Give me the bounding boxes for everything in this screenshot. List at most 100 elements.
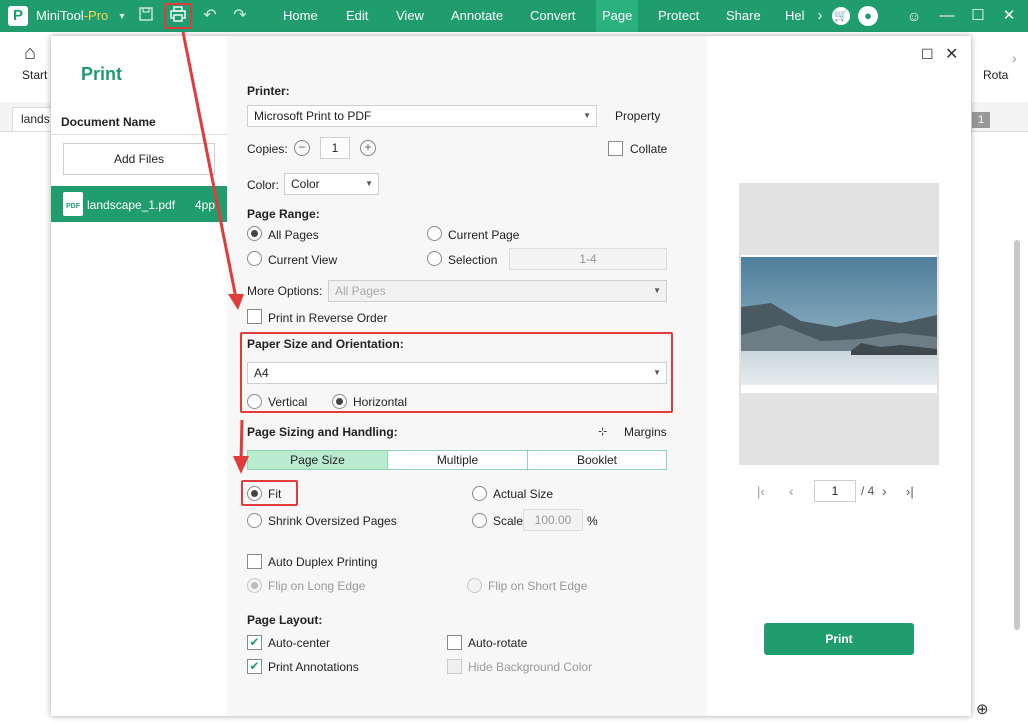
- landscape-preview-image: [741, 257, 937, 385]
- color-label: Color:: [247, 178, 280, 192]
- menu-share[interactable]: Share: [726, 0, 761, 32]
- print-icon-highlight: [164, 3, 192, 29]
- page-layout-label: Page Layout:: [247, 613, 323, 627]
- decrease-copies-icon[interactable]: −: [294, 140, 310, 156]
- print-annotations-checkbox[interactable]: ✔: [247, 659, 262, 674]
- more-options-select[interactable]: All Pages ▼: [328, 280, 667, 302]
- preview-pane: ☐ ✕ |‹ ‹ 1 / 4 › ›| Print: [707, 36, 971, 716]
- auto-duplex-label: Auto Duplex Printing: [268, 555, 378, 569]
- home-icon[interactable]: ⌂: [24, 42, 36, 65]
- menu-convert[interactable]: Convert: [530, 0, 576, 32]
- flip-short-radio[interactable]: [467, 578, 482, 593]
- current-page-label: Current Page: [448, 228, 520, 242]
- selection-range-input[interactable]: 1-4: [509, 248, 667, 270]
- add-files-button[interactable]: Add Files: [63, 143, 215, 175]
- menu-edit[interactable]: Edit: [346, 0, 368, 32]
- file-list-item[interactable]: PDF landscape_1.pdf 4pp: [51, 186, 227, 222]
- undo-icon[interactable]: ↶: [200, 6, 220, 26]
- ribbon-scroll-right-icon[interactable]: ›: [1012, 50, 1017, 66]
- increase-copies-icon[interactable]: +: [360, 140, 376, 156]
- app-scrollbar[interactable]: [1014, 240, 1020, 630]
- printer-select[interactable]: Microsoft Print to PDF ▼: [247, 105, 597, 127]
- cart-icon[interactable]: 🛒: [832, 7, 850, 25]
- first-page-icon[interactable]: |‹: [757, 484, 765, 499]
- current-view-label: Current View: [268, 253, 338, 267]
- more-options-label: More Options:: [247, 284, 323, 298]
- scale-unit: %: [587, 514, 598, 528]
- menu-home[interactable]: Home: [283, 0, 318, 32]
- document-pane: Print Document Name Add Files PDF landsc…: [51, 36, 227, 716]
- flip-long-radio[interactable]: [247, 578, 262, 593]
- menu-annotate[interactable]: Annotate: [451, 0, 503, 32]
- last-page-icon[interactable]: ›|: [906, 484, 914, 499]
- print-button[interactable]: Print: [764, 623, 914, 655]
- auto-duplex-checkbox[interactable]: [247, 554, 262, 569]
- current-view-radio[interactable]: [247, 251, 262, 266]
- reverse-order-checkbox[interactable]: [247, 309, 262, 324]
- ribbon-start[interactable]: Start: [22, 68, 47, 82]
- all-pages-radio[interactable]: [247, 226, 262, 241]
- tab-multiple[interactable]: Multiple: [387, 450, 528, 470]
- hide-background-label: Hide Background Color: [468, 660, 593, 674]
- copies-input[interactable]: 1: [320, 137, 350, 159]
- menu-more-icon[interactable]: ›: [810, 6, 830, 26]
- app-logo: P: [8, 6, 28, 26]
- menu-view[interactable]: View: [396, 0, 424, 32]
- shrink-label: Shrink Oversized Pages: [268, 514, 397, 528]
- feedback-icon[interactable]: ☺: [904, 6, 924, 26]
- next-page-icon[interactable]: ›: [882, 483, 887, 499]
- actual-size-label: Actual Size: [493, 487, 554, 501]
- scale-input[interactable]: 100.00: [523, 509, 583, 531]
- dialog-title: Print: [81, 64, 123, 84]
- current-page-radio[interactable]: [427, 226, 442, 241]
- page-range-label: Page Range:: [247, 207, 320, 221]
- auto-rotate-checkbox[interactable]: [447, 635, 462, 650]
- close-window-icon[interactable]: ✕: [994, 0, 1024, 32]
- menu-help[interactable]: Hel: [785, 0, 805, 32]
- print-dialog: Print Document Name Add Files PDF landsc…: [51, 36, 971, 716]
- file-pages: 4pp: [195, 198, 216, 212]
- user-avatar-icon[interactable]: ●: [858, 6, 878, 26]
- preview-total: / 4: [861, 484, 875, 498]
- selection-label: Selection: [448, 253, 498, 267]
- ribbon-rotate[interactable]: Rota: [983, 68, 1008, 82]
- actual-size-radio[interactable]: [472, 486, 487, 501]
- tab-booklet[interactable]: Booklet: [527, 450, 667, 470]
- minimize-icon[interactable]: —: [932, 0, 962, 32]
- margins-icon[interactable]: ⊹: [598, 425, 607, 438]
- fit-radio[interactable]: [247, 486, 262, 501]
- scale-radio[interactable]: [472, 513, 487, 528]
- tab-page-size[interactable]: Page Size: [247, 450, 388, 470]
- margins-link[interactable]: Margins: [624, 425, 667, 439]
- paper-size-label: Paper Size and Orientation:: [247, 337, 404, 351]
- prev-page-icon[interactable]: ‹: [789, 483, 794, 499]
- color-select[interactable]: Color ▼: [284, 173, 379, 195]
- hide-background-checkbox[interactable]: [447, 659, 462, 674]
- paper-size-select[interactable]: A4 ▼: [247, 362, 667, 384]
- scale-label: Scale: [493, 514, 524, 528]
- divider: [51, 134, 227, 135]
- dropdown-icon[interactable]: ▼: [112, 6, 132, 26]
- collate-checkbox[interactable]: [608, 141, 623, 156]
- save-icon[interactable]: [136, 6, 156, 26]
- fit-label: Fit: [268, 487, 282, 501]
- close-dialog-icon[interactable]: ✕: [945, 44, 958, 64]
- settings-pane: Printer: Microsoft Print to PDF ▼ Propert…: [227, 36, 707, 716]
- menu-page[interactable]: Page: [596, 0, 639, 32]
- redo-icon[interactable]: ↷: [230, 6, 250, 26]
- horizontal-radio[interactable]: [332, 394, 347, 409]
- app-name: MiniTool-Pro: [36, 8, 109, 23]
- property-link[interactable]: Property: [615, 109, 660, 123]
- menu-protect[interactable]: Protect: [658, 0, 699, 32]
- shrink-radio[interactable]: [247, 513, 262, 528]
- pdf-file-icon: PDF: [63, 192, 83, 216]
- vertical-radio[interactable]: [247, 394, 262, 409]
- preview-page-input[interactable]: 1: [814, 480, 856, 502]
- printer-label: Printer:: [247, 84, 290, 98]
- maximize-icon[interactable]: ☐: [963, 0, 993, 32]
- auto-center-checkbox[interactable]: ✔: [247, 635, 262, 650]
- selection-radio[interactable]: [427, 251, 442, 266]
- zoom-in-icon[interactable]: ⊕: [976, 700, 989, 718]
- maximize-dialog-icon[interactable]: ☐: [921, 46, 934, 63]
- auto-center-label: Auto-center: [268, 636, 331, 650]
